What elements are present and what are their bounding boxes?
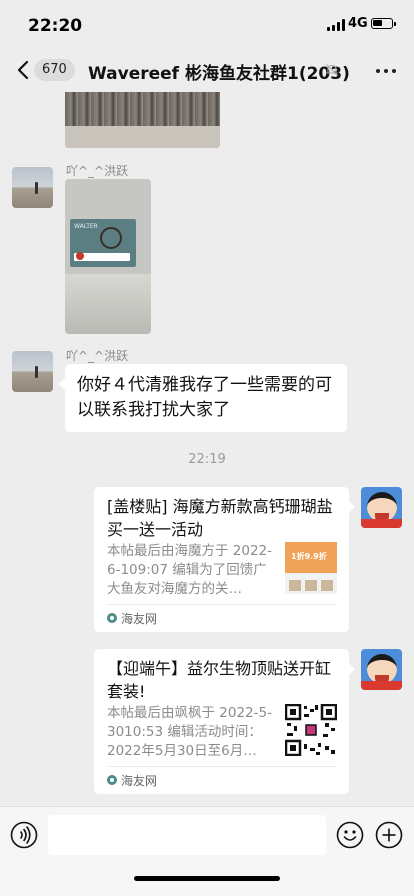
chat-header: 670 Wavereef 彬海鱼友社群1(203): [0, 48, 414, 92]
chat-title: Wavereef 彬海鱼友社群1(203): [88, 64, 350, 84]
card-thumbnail-text: 1折9.9折: [291, 552, 327, 561]
link-card[interactable]: [盖楼贴] 海魔方新款高钙珊瑚盐买一送一活动 本帖最后由海魔方于 2022-6-…: [94, 487, 355, 633]
unread-count-badge[interactable]: 670: [34, 59, 75, 81]
card-title: [盖楼贴] 海魔方新款高钙珊瑚盐买一送一活动: [107, 497, 333, 539]
message-input[interactable]: [48, 815, 326, 855]
qr-code-thumbnail: [285, 704, 337, 756]
chat-image-partial[interactable]: [65, 92, 220, 148]
card-source: 海友网: [121, 612, 158, 626]
text-message: 你好４代清雅我存了一些需要的可以联系我打扰大家了: [77, 375, 332, 420]
chat-area[interactable]: 吖^_^洪跃 WALTER 0 吖^_^洪跃 你好４代清雅我存了一些需要的可以联…: [0, 92, 414, 806]
source-logo-icon: [107, 775, 117, 785]
battery-icon: [371, 18, 396, 29]
product-box-badge: 0: [76, 252, 84, 260]
card-footer: 海友网: [107, 766, 336, 795]
sender-name: 吖^_^洪跃: [66, 349, 129, 363]
network-type: 4G: [348, 16, 368, 31]
card-title: 【迎端午】益尔生物顶贴送开缸套装!: [107, 659, 332, 701]
chat-image-product[interactable]: WALTER 0: [65, 179, 151, 334]
status-bar: 22:20 4G: [0, 0, 414, 48]
card-source: 海友网: [121, 774, 158, 788]
sender-name: 吖^_^洪跃: [66, 164, 129, 178]
text-message-bubble[interactable]: 你好４代清雅我存了一些需要的可以联系我打扰大家了: [59, 364, 347, 432]
more-options-icon[interactable]: [376, 69, 396, 73]
card-description: 本帖最后由飒枫于 2022-5-3010:53 编辑活动时间：2022年5月30…: [107, 705, 272, 759]
back-arrow-icon[interactable]: [12, 58, 36, 82]
sender-avatar[interactable]: [12, 167, 53, 208]
message-timestamp: 22:19: [188, 452, 226, 467]
product-box-label: WALTER: [74, 223, 98, 230]
card-description: 本帖最后由海魔方于 2022-6-109:07 编辑为了回馈广大鱼友对海魔方的关…: [107, 543, 273, 597]
emoji-icon[interactable]: [336, 821, 364, 849]
home-indicator[interactable]: [134, 876, 280, 881]
my-avatar[interactable]: [361, 649, 402, 690]
signal-icon: [327, 19, 345, 31]
link-card[interactable]: 【迎端午】益尔生物顶贴送开缸套装! 本帖最后由飒枫于 2022-5-3010:5…: [94, 649, 355, 795]
source-logo-icon: [107, 613, 117, 623]
mute-bell-icon: [326, 64, 338, 76]
status-time: 22:20: [28, 16, 83, 36]
card-thumbnail: 1折9.9折: [285, 542, 337, 594]
card-footer: 海友网: [107, 604, 336, 633]
input-bar: [0, 806, 414, 896]
sender-avatar[interactable]: [12, 351, 53, 392]
voice-input-icon[interactable]: [10, 821, 38, 849]
my-avatar[interactable]: [361, 487, 402, 528]
add-more-icon[interactable]: [375, 821, 403, 849]
